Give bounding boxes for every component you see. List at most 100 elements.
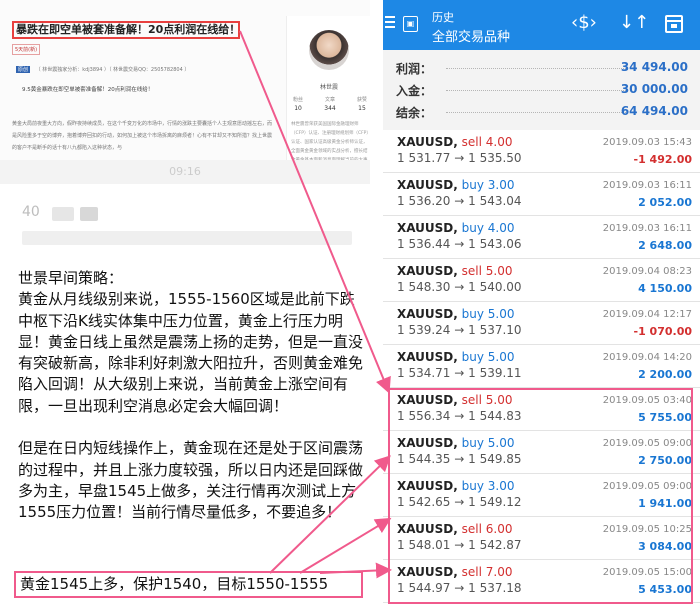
trade-profit: 2 648.00 — [638, 239, 692, 252]
strategy-paragraph-2: 但是在日内短线操作上，黄金现在还是处于区间震荡的过程中，并且上涨力度较强，所以日… — [18, 439, 364, 522]
app-toolbar: ▣ 历史 全部交易品种 ‹$› ↓↑ — [383, 0, 700, 50]
trade-profit: 4 150.00 — [638, 282, 692, 295]
trade-symbol: XAUUSD, buy 5.00 — [397, 436, 515, 450]
trade-profit: -1 492.00 — [633, 153, 693, 166]
trade-prices: 1 536.20 → 1 543.04 — [397, 194, 522, 208]
article-screenshot: 暴跌在即空单被套准备解！20点利润在线给！ 5天前(新) 原创 （ 林世震独家分… — [0, 0, 371, 607]
trade-row[interactable]: XAUUSD, buy 3.00 1 542.65 → 1 549.12 2019.… — [383, 474, 700, 517]
trade-date: 2019.09.04 12:17 — [602, 309, 692, 320]
trade-side: sell 5.00 — [461, 264, 513, 278]
trade-prices: 1 531.77 → 1 535.50 — [397, 151, 522, 165]
trade-prices: 1 536.44 → 1 543.06 — [397, 237, 522, 251]
message-timestamp: 09:16 — [0, 160, 370, 184]
trade-side: sell 5.00 — [461, 393, 513, 407]
trade-row[interactable]: XAUUSD, sell 5.00 1 548.30 → 1 540.00 2019… — [383, 259, 700, 302]
toolbar-title: 全部交易品种 — [432, 30, 511, 45]
trade-prices: 1 556.34 → 1 544.83 — [397, 409, 522, 423]
trade-row[interactable]: XAUUSD, buy 5.00 1 539.24 → 1 537.10 2019.… — [383, 302, 700, 345]
trade-symbol: XAUUSD, buy 3.00 — [397, 479, 515, 493]
trade-date: 2019.09.05 09:00 — [602, 438, 692, 449]
summary-profit: 利润： 34 494.00 — [396, 60, 688, 76]
stat-articles: 文章 344 — [324, 97, 336, 112]
currency-sort-icon[interactable]: ‹$› — [571, 12, 597, 33]
trade-profit: 5 755.00 — [638, 411, 692, 424]
trade-date: 2019.09.05 15:00 — [602, 567, 692, 578]
blurred-text: 40 — [22, 204, 40, 220]
trade-profit: 2 200.00 — [638, 368, 692, 381]
trade-profit: 2 750.00 — [638, 454, 692, 467]
trade-prices: 1 548.30 → 1 540.00 — [397, 280, 522, 294]
blurred-row-2 — [22, 231, 352, 245]
trade-row[interactable]: XAUUSD, sell 5.00 1 556.34 → 1 544.83 2019… — [383, 388, 700, 431]
menu-icon[interactable] — [385, 16, 395, 28]
blur-block — [22, 231, 352, 245]
article-subtitle: 9.5黄金暴跌在即空单被套准备解！20点利润在线给！ — [22, 87, 154, 93]
sort-arrows-icon[interactable]: ↓↑ — [619, 12, 649, 33]
trade-symbol: XAUUSD, buy 5.00 — [397, 350, 515, 364]
trade-row[interactable]: XAUUSD, buy 4.00 1 536.44 → 1 543.06 2019.… — [383, 216, 700, 259]
trade-date: 2019.09.04 08:23 — [602, 266, 692, 277]
trade-row[interactable]: XAUUSD, buy 5.00 1 534.71 → 1 539.11 2019.… — [383, 345, 700, 388]
trade-profit: 2 052.00 — [638, 196, 692, 209]
toolbar-subtitle: 历史 — [432, 11, 454, 24]
article-intro-paragraph: 黄金大局前夜重大方向，假昨夜持续成员，在这个千变万化的市场中，行情的涨跌主要囊括… — [12, 121, 273, 151]
trade-row[interactable]: XAUUSD, sell 4.00 1 531.77 → 1 535.50 2019… — [383, 130, 700, 173]
trade-side: buy 5.00 — [461, 350, 515, 364]
article-meta: 原创 （ 林世震独家分析：kdj3894 ）（ 林世震交易QQ：25057828… — [16, 66, 189, 73]
trade-row[interactable]: XAUUSD, buy 5.00 1 544.35 → 1 549.85 2019.… — [383, 431, 700, 474]
trade-date: 2019.09.05 09:00 — [602, 481, 692, 492]
trade-date: 2019.09.03 16:11 — [602, 180, 692, 191]
account-summary: 利润： 34 494.00 入金： 30 000.00 结余： 64 494.00 — [383, 50, 700, 130]
trade-symbol: XAUUSD, buy 5.00 — [397, 307, 515, 321]
author-name: 林世震 — [319, 84, 338, 91]
blur-block — [80, 207, 98, 221]
stat-likes: 获赞 15 — [356, 97, 367, 112]
article-header-area: 暴跌在即空单被套准备解！20点利润在线给！ 5天前(新) 原创 （ 林世震独家分… — [0, 0, 371, 172]
trade-prices: 1 548.01 → 1 542.87 — [397, 538, 522, 552]
trade-profit: 5 453.00 — [638, 583, 692, 596]
trade-date: 2019.09.04 14:20 — [602, 352, 692, 363]
trade-side: sell 4.00 — [461, 135, 513, 149]
trade-prices: 1 544.35 → 1 549.85 — [397, 452, 522, 466]
trade-side: buy 5.00 — [461, 436, 515, 450]
author-profile-card[interactable]: 林世震 粉丝 10 文章 344 获赞 15 林世震曾荣获美国国际金融理财师（CFP）… — [286, 16, 371, 172]
trade-symbol: XAUUSD, sell 6.00 — [397, 522, 513, 536]
trade-date: 2019.09.05 10:25 — [602, 524, 692, 535]
trade-symbol: XAUUSD, buy 4.00 — [397, 221, 515, 235]
blur-block — [52, 207, 74, 221]
trade-date: 2019.09.03 15:43 — [602, 137, 692, 148]
trade-prices: 1 534.71 → 1 539.11 — [397, 366, 522, 380]
trade-symbol: XAUUSD, buy 3.00 — [397, 178, 515, 192]
trade-side: buy 3.00 — [461, 479, 515, 493]
trade-prices: 1 539.24 → 1 537.10 — [397, 323, 522, 337]
original-badge: 原创 — [16, 66, 31, 73]
trade-side: sell 6.00 — [461, 522, 513, 536]
trading-history-app: ▣ 历史 全部交易品种 ‹$› ↓↑ 利润： 34 494.00 入金： 30 00… — [383, 0, 700, 607]
calendar-icon[interactable] — [665, 15, 683, 33]
summary-balance: 结余： 64 494.00 — [396, 104, 688, 120]
trade-row[interactable]: XAUUSD, sell 7.00 1 544.97 → 1 537.18 2019… — [383, 560, 700, 603]
summary-deposit: 入金： 30 000.00 — [396, 82, 688, 98]
trade-symbol: XAUUSD, sell 5.00 — [397, 264, 513, 278]
trade-side: buy 4.00 — [461, 221, 515, 235]
trade-profit: 3 084.00 — [638, 540, 692, 553]
trade-side: sell 7.00 — [461, 565, 513, 579]
author-stats: 粉丝 10 文章 344 获赞 15 — [293, 96, 367, 112]
trade-side: buy 3.00 — [461, 178, 515, 192]
trade-symbol: XAUUSD, sell 7.00 — [397, 565, 513, 579]
strategy-heading: 世景早间策略： — [18, 269, 124, 287]
strategy-paragraph-1: 黄金从月线级别来说，1555-1560区域是此前下跌中枢下沿K线实体集中压力位置… — [18, 290, 364, 415]
trade-row[interactable]: XAUUSD, sell 6.00 1 548.01 → 1 542.87 2019… — [383, 517, 700, 560]
avatar[interactable] — [309, 30, 349, 70]
article-meta-text: （ 林世震独家分析：kdj3894 ）（ 林世震交易QQ：2505782804 … — [35, 67, 190, 73]
trade-side: buy 5.00 — [461, 307, 515, 321]
trade-date: 2019.09.03 16:11 — [602, 223, 692, 234]
trade-row[interactable]: XAUUSD, buy 3.00 1 536.20 → 1 543.04 2019.… — [383, 173, 700, 216]
trade-symbol: XAUUSD, sell 4.00 — [397, 135, 513, 149]
blurred-row-1: 40 — [22, 204, 222, 221]
article-headline[interactable]: 暴跌在即空单被套准备解！20点利润在线给！ — [12, 21, 240, 39]
trade-prices: 1 542.65 → 1 549.12 — [397, 495, 522, 509]
trade-profit: -1 070.00 — [633, 325, 693, 338]
strategy-text: 世景早间策略： 黄金从月线级别来说，1555-1560区域是此前下跌中枢下沿K线… — [18, 268, 363, 524]
app-icon[interactable]: ▣ — [403, 16, 418, 32]
